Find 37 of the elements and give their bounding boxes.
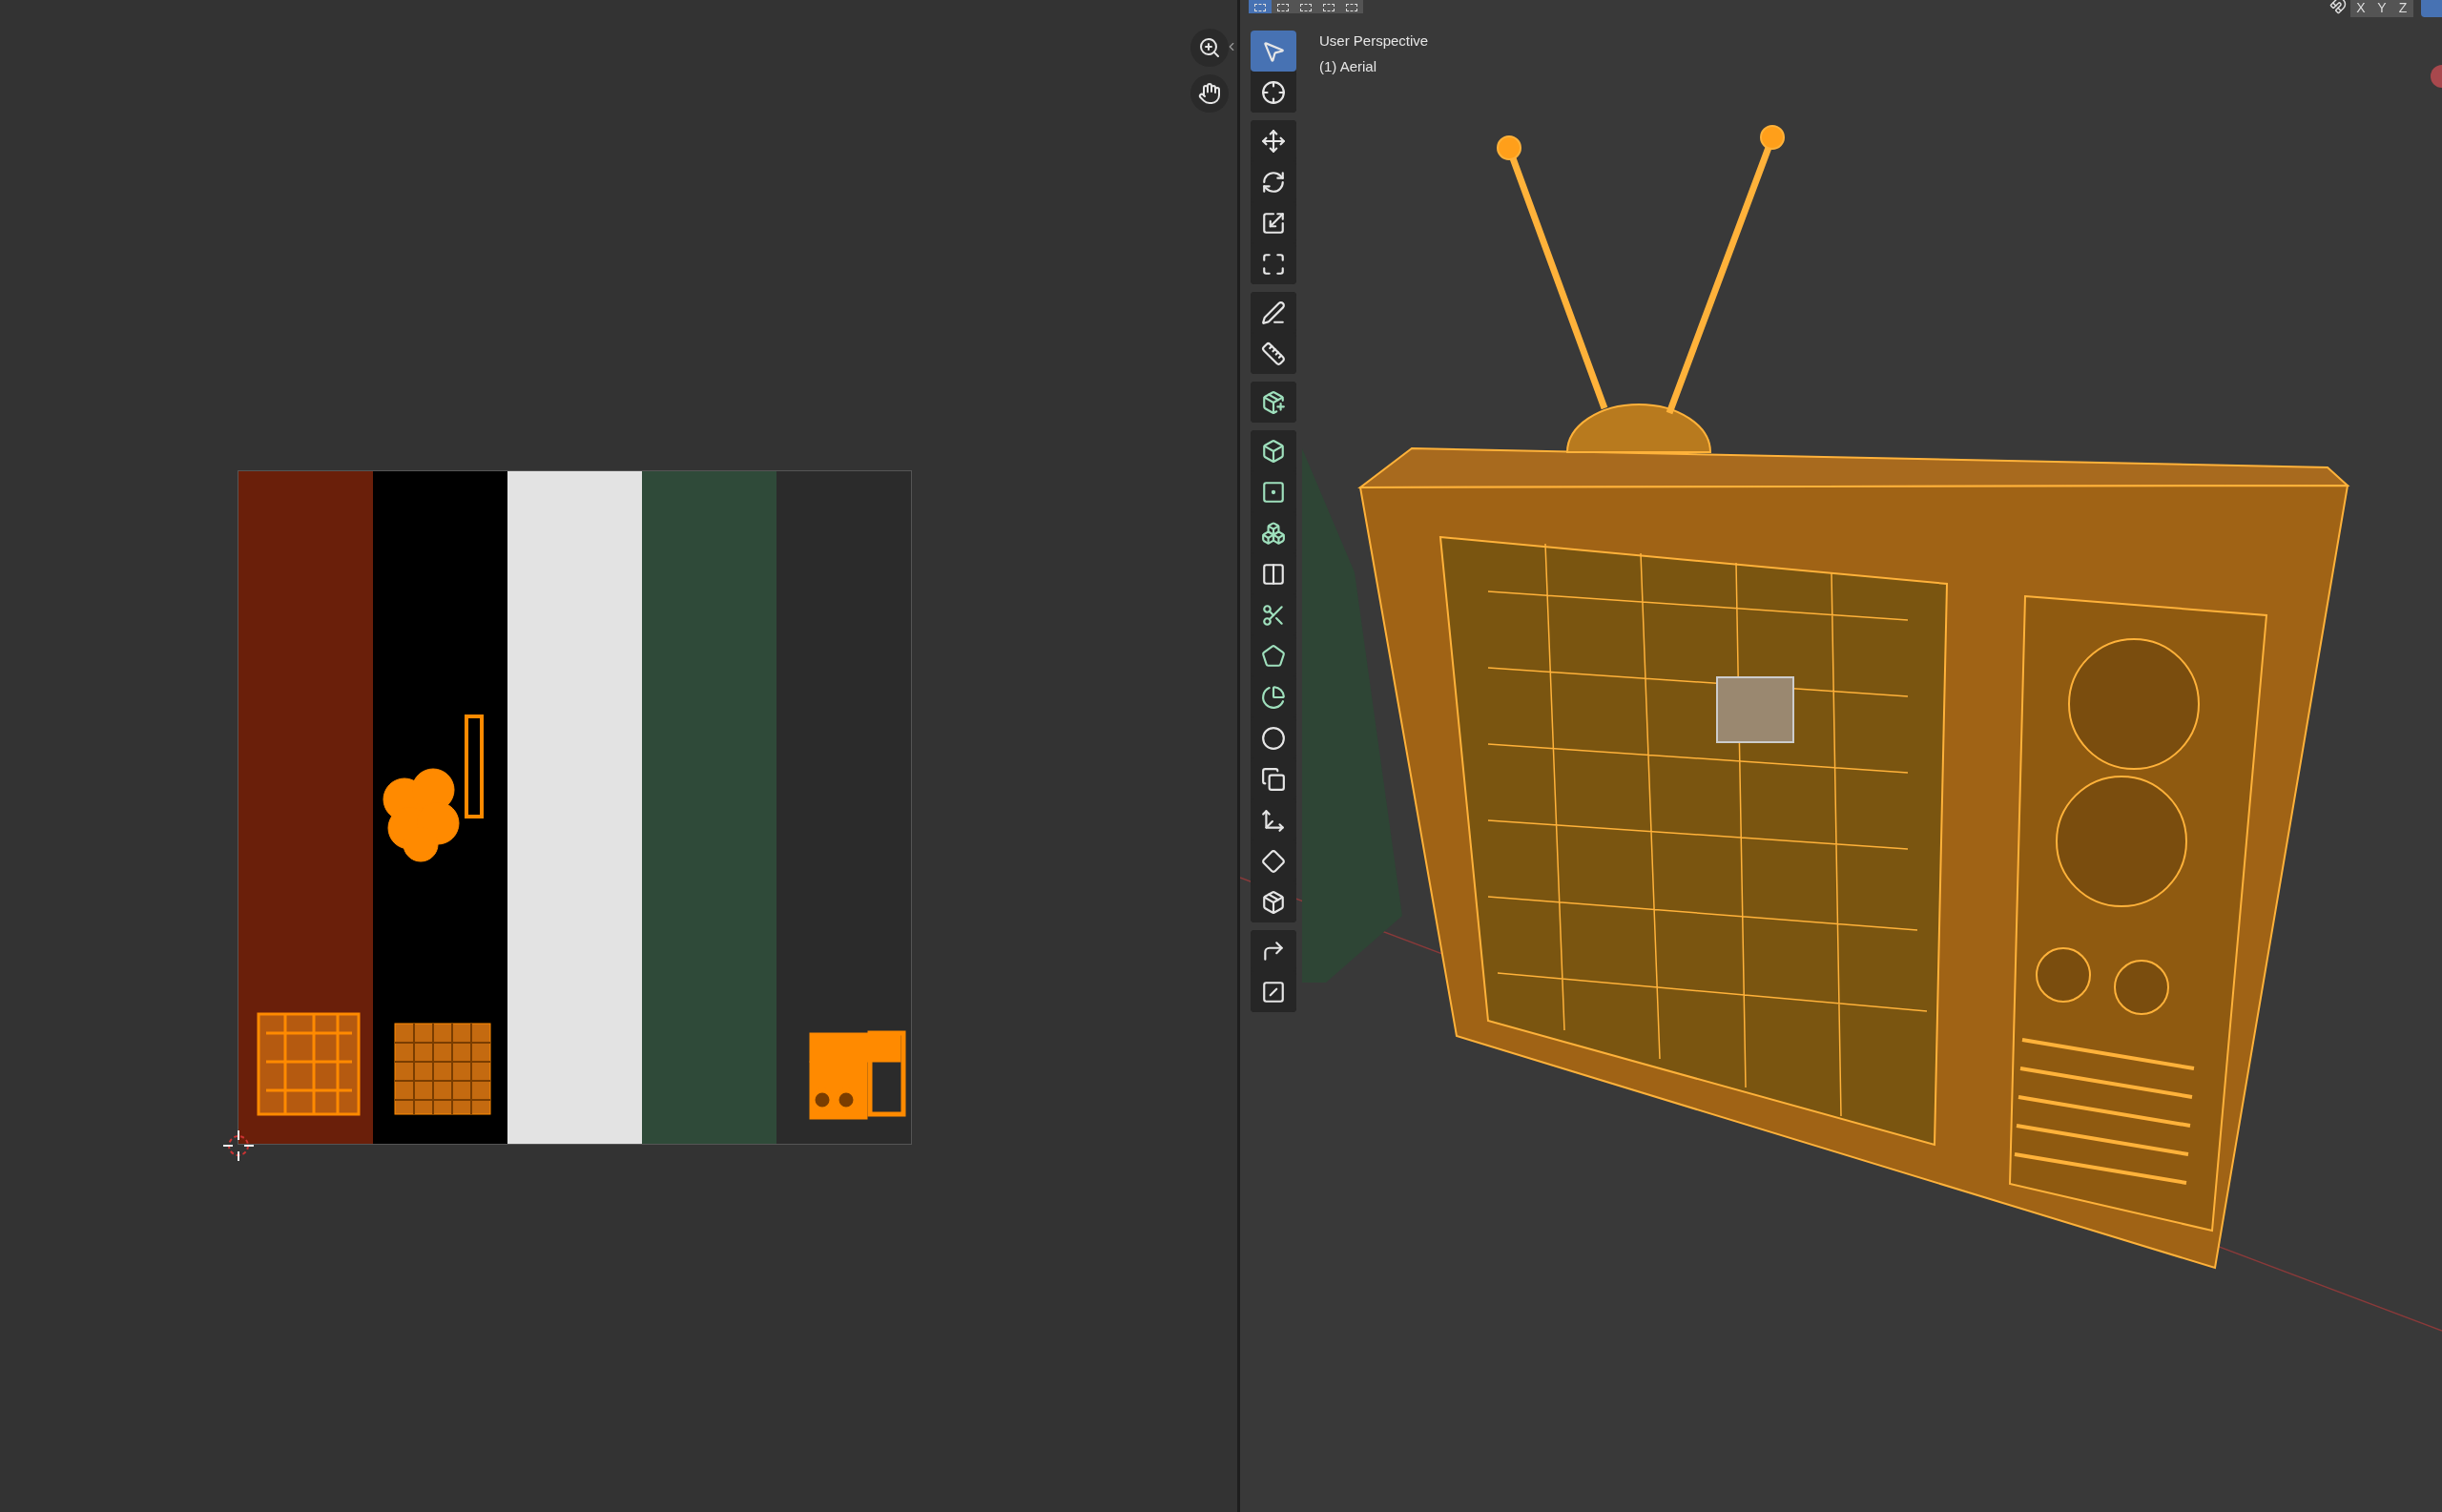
- scale-icon: [1261, 210, 1286, 236]
- cube-plus-icon: [1261, 389, 1286, 415]
- viewport-info-text: (1) Aerial: [1319, 56, 1378, 76]
- rotate-icon: [1261, 169, 1286, 195]
- cursor-2d-icon: [221, 1129, 256, 1163]
- select-mode-icon: [1254, 4, 1266, 11]
- zoom-button[interactable]: [1190, 29, 1229, 67]
- pencil-icon: [1261, 300, 1286, 325]
- viewport-info-text: User Perspective: [1319, 31, 1429, 51]
- move-arrows-icon: [1261, 128, 1286, 154]
- hand-icon: [1198, 82, 1221, 105]
- tool-button[interactable]: [1251, 382, 1296, 423]
- cubes-icon: [1261, 520, 1286, 546]
- mirror-axis-toggle[interactable]: Z: [2392, 0, 2413, 17]
- mirror-axis-toggle[interactable]: X: [2350, 0, 2371, 17]
- select-mode-icon: [1346, 4, 1357, 11]
- select-mode-icon: [1277, 4, 1289, 11]
- pie-icon: [1261, 684, 1286, 710]
- package-icon: [1261, 889, 1286, 915]
- pentagon-icon: [1261, 643, 1286, 669]
- cube-icon: [1261, 438, 1286, 464]
- transform-icon: [1261, 251, 1286, 277]
- move-3d-icon: [1261, 807, 1286, 833]
- select-mode-icon: [1300, 4, 1312, 11]
- square-slash-icon: [1261, 979, 1286, 1005]
- scissors-icon: [1261, 602, 1286, 628]
- crosshair-icon: [1261, 79, 1286, 105]
- columns-icon: [1261, 561, 1286, 587]
- circle-icon: [1261, 725, 1286, 751]
- mirror-axis-toggle[interactable]: Y: [2371, 0, 2392, 17]
- select-mode-icon: [1323, 4, 1335, 11]
- pan-button[interactable]: [1190, 74, 1229, 113]
- diamond-icon: [1261, 848, 1286, 874]
- snap-toggle[interactable]: [2421, 0, 2442, 17]
- copy-icon: [1261, 766, 1286, 792]
- zoom-in-icon: [1198, 36, 1221, 59]
- ruler-icon: [1261, 341, 1286, 366]
